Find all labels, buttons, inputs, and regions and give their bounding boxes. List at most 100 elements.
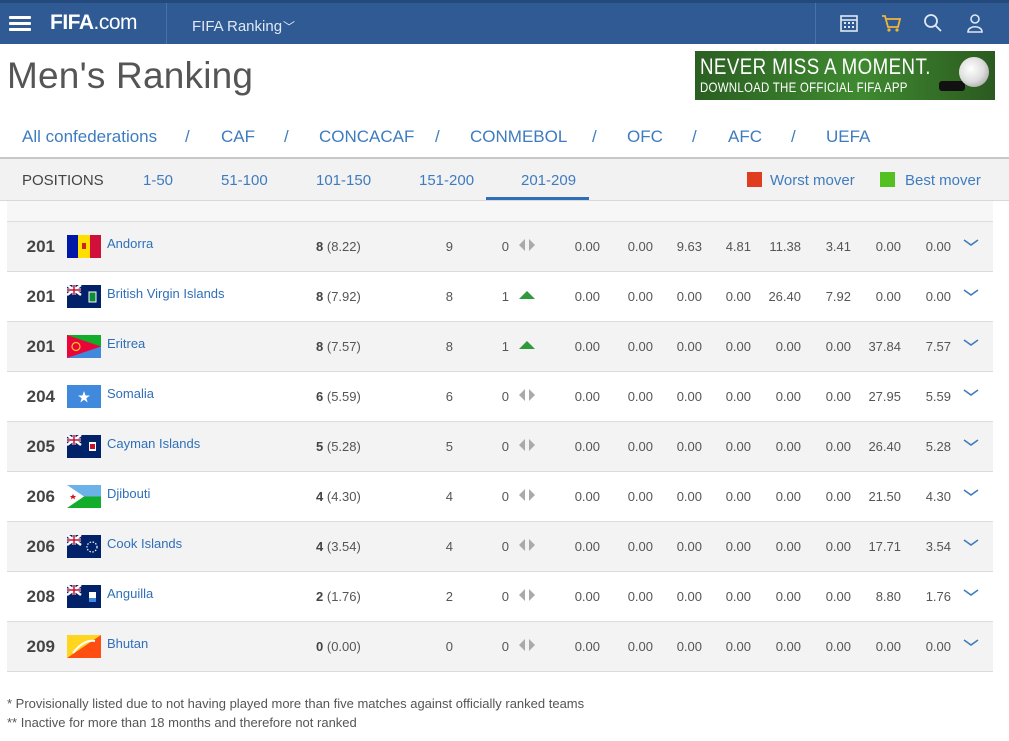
expand-chevron-icon[interactable] (962, 487, 980, 499)
confed-uefa[interactable]: UEFA (826, 127, 870, 147)
table-row[interactable]: 206 Djibouti 4 (4.30) 4 0 0.00 0.00 0.00 0.00 0.0… (7, 472, 993, 522)
points-exact: (3.54) (326, 539, 361, 554)
stat-cell-c2: 0.00 (627, 439, 653, 454)
team-name-link[interactable]: Bhutan (107, 636, 148, 651)
stat-cell-c2: 0.00 (627, 339, 653, 354)
rank-cell: 201 (26, 287, 55, 306)
team-name-link[interactable]: Cayman Islands (107, 436, 200, 451)
stat-cell-c1: 0.00 (574, 339, 600, 354)
banner-headline: NEVER MISS A MOMENT. (700, 54, 931, 79)
confed-afc[interactable]: AFC (728, 127, 762, 147)
shopping-cart-icon[interactable] (880, 12, 902, 34)
confed-caf[interactable]: CAF (221, 127, 255, 147)
stat-cell-c3: 0.00 (676, 289, 702, 304)
stat-cell-c1: 0.00 (574, 539, 600, 554)
expand-chevron-icon[interactable] (962, 587, 980, 599)
range-tab-101-150[interactable]: 101-150 (316, 172, 371, 189)
stat-cell-move: 1 (501, 289, 509, 304)
expand-chevron-icon[interactable] (962, 537, 980, 549)
stat-cell-c3: 0.00 (676, 489, 702, 504)
stat-cell-prev: 6 (445, 389, 453, 404)
calendar-icon[interactable] (838, 12, 860, 34)
rank-cell: 205 (26, 437, 55, 456)
points-rounded: 6 (316, 389, 324, 404)
nav-divider (815, 3, 816, 44)
stat-cell-c5: 0.00 (775, 639, 801, 654)
points-cell: 0 (0.00) (316, 639, 361, 654)
stat-cell-c5: 0.00 (775, 339, 801, 354)
rank-cell: 206 (26, 487, 55, 506)
expand-chevron-icon[interactable] (962, 337, 980, 349)
table-row[interactable]: 206 Cook Islands 4 (3.54) 4 0 0.00 0.00 0.00 0.0… (7, 522, 993, 572)
worst-mover-label: Worst mover (770, 172, 855, 189)
stat-cell-c7: 27.95 (868, 389, 901, 404)
fifa-logo[interactable]: FIFA.com (50, 11, 138, 35)
expand-chevron-icon[interactable] (962, 437, 980, 449)
stat-cell-c4: 0.00 (725, 639, 751, 654)
stat-cell-c5: 0.00 (775, 539, 801, 554)
fifa-app-banner[interactable]: NEVER MISS A MOMENT. DOWNLOAD THE OFFICI… (695, 51, 995, 100)
active-tab-indicator (486, 197, 589, 200)
search-icon[interactable] (922, 12, 944, 34)
stat-cell-c6: 0.00 (825, 639, 851, 654)
range-tab-1-50[interactable]: 1-50 (143, 172, 173, 189)
section-dropdown-label[interactable]: FIFA Ranking (192, 18, 282, 35)
footnote-provisional: * Provisionally listed due to not having… (7, 696, 585, 711)
stat-cell-c8: 4.30 (925, 489, 951, 504)
stat-cell-c4: 0.00 (725, 339, 751, 354)
expand-chevron-icon[interactable] (962, 387, 980, 399)
team-name-link[interactable]: British Virgin Islands (107, 286, 225, 301)
expand-chevron-icon[interactable] (962, 237, 980, 249)
best-mover-swatch (880, 172, 895, 187)
team-name-link[interactable]: Cook Islands (107, 536, 182, 551)
team-name-link[interactable]: Anguilla (107, 586, 153, 601)
hamburger-menu-icon[interactable] (9, 16, 31, 32)
stat-cell-c7: 8.80 (875, 589, 901, 604)
table-row[interactable]: 208 Anguilla 2 (1.76) 2 0 0.00 0.00 0.00 0.00 0.0… (7, 572, 993, 622)
stat-cell-c4: 0.00 (725, 389, 751, 404)
team-name-link[interactable]: Andorra (107, 236, 153, 251)
team-name-link[interactable]: Eritrea (107, 336, 145, 351)
stat-cell-c6: 0.00 (825, 589, 851, 604)
points-rounded: 2 (316, 589, 324, 604)
footnote-inactive: ** Inactive for more than 18 months and … (7, 715, 357, 730)
table-row[interactable]: 204 Somalia 6 (5.59) 6 0 0.00 0.00 0.00 0.00 0.00… (7, 372, 993, 422)
confed-ofc[interactable]: OFC (627, 127, 663, 147)
expand-chevron-icon[interactable] (962, 287, 980, 299)
stat-cell-c7: 0.00 (875, 639, 901, 654)
confed-concacaf[interactable]: CONCACAF (319, 127, 414, 147)
team-name-link[interactable]: Somalia (107, 386, 154, 401)
stat-cell-prev: 5 (445, 439, 453, 454)
stat-cell-c5: 0.00 (775, 439, 801, 454)
range-tab-151-200[interactable]: 151-200 (419, 172, 474, 189)
expand-chevron-icon[interactable] (962, 637, 980, 649)
stat-cell-c6: 0.00 (825, 489, 851, 504)
stat-cell-c1: 0.00 (574, 389, 600, 404)
stat-cell-c3: 0.00 (676, 639, 702, 654)
stat-cell-c8: 0.00 (925, 239, 951, 254)
table-row[interactable]: 209 Bhutan 0 (0.00) 0 0 0.00 0.00 0.00 0.00 0.00 0… (7, 622, 993, 672)
confed-all[interactable]: All confederations (22, 127, 157, 147)
range-tab-51-100[interactable]: 51-100 (221, 172, 268, 189)
confed-separator: / (791, 127, 796, 146)
stat-cell-c4: 4.81 (725, 239, 751, 254)
table-row[interactable]: 201 Eritrea 8 (7.57) 8 1 0.00 0.00 0.00 0.00 0.00… (7, 322, 993, 372)
points-cell: 6 (5.59) (316, 389, 361, 404)
table-row[interactable]: 201 British Virgin Islands 8 (7.92) 8 1 0.00 0… (7, 272, 993, 322)
stat-cell-c4: 0.00 (725, 289, 751, 304)
stat-cell-c5: 0.00 (775, 489, 801, 504)
trend-unchanged-icon (519, 239, 535, 251)
confed-conmebol[interactable]: CONMEBOL (470, 127, 567, 147)
user-account-icon[interactable] (964, 12, 986, 34)
confed-separator: / (185, 127, 190, 146)
points-cell: 5 (5.28) (316, 439, 361, 454)
team-name-link[interactable]: Djibouti (107, 486, 150, 501)
points-rounded: 8 (316, 289, 324, 304)
table-row[interactable]: 201 Andorra 8 (8.22) 9 0 0.00 0.00 9.63 4.81 11.3… (7, 222, 993, 272)
banner-subline: DOWNLOAD THE OFFICIAL FIFA APP (700, 79, 908, 95)
chevron-down-icon[interactable]: ﹀ (283, 18, 295, 35)
table-row[interactable]: 205 Cayman Islands 5 (5.28) 5 0 0.00 0.00 0.00 0… (7, 422, 993, 472)
points-exact: (5.28) (326, 439, 361, 454)
football-graphic (959, 57, 989, 87)
range-tab-201-209[interactable]: 201-209 (521, 172, 576, 189)
